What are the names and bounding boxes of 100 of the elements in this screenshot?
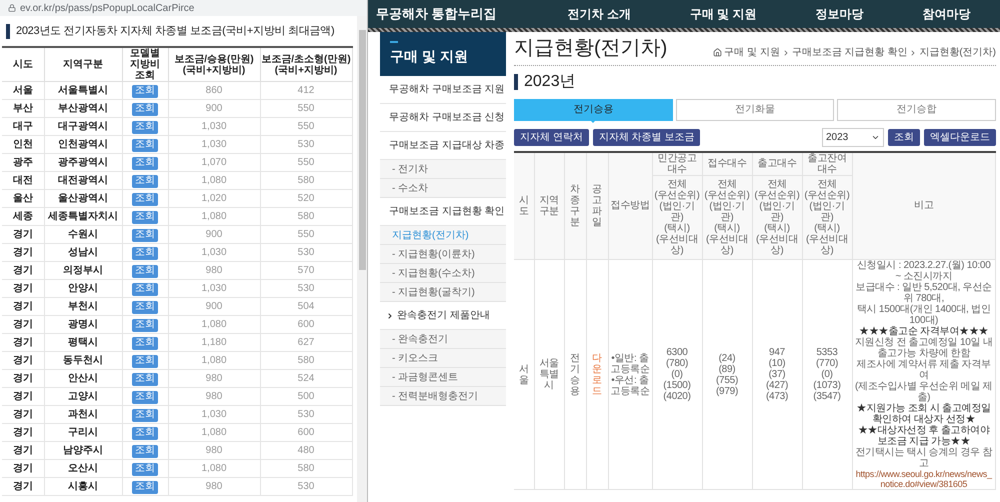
table-cell: 대전광역시 xyxy=(44,172,122,190)
note-text: 신청일시 : 2023.2.27.(월) 10:00 ~ 소진시까지 xyxy=(856,260,992,282)
table-cell: 5353 (770) (0) (1073) (3547) xyxy=(802,260,852,490)
table-cell: 광명시 xyxy=(44,316,122,334)
lookup-button[interactable]: 조회 xyxy=(132,462,158,476)
nav-link[interactable]: 참여마당 xyxy=(922,5,970,23)
lookup-button[interactable]: 조회 xyxy=(132,228,158,242)
table-cell: 980 xyxy=(168,262,260,280)
site-logo[interactable]: 무공해차 통합누리집 xyxy=(368,4,538,24)
table-cell: 947 (10) (37) (427) (473) xyxy=(752,260,802,490)
breadcrumb-link[interactable]: 구매 및 지원 xyxy=(724,45,780,60)
table-cell: 평택시 xyxy=(44,334,122,352)
lookup-button[interactable]: 조회 xyxy=(132,318,158,332)
table-cell: 부산광역시 xyxy=(44,100,122,118)
table-cell: 530 xyxy=(260,244,352,262)
table-cell: 1,080 xyxy=(168,460,260,478)
lookup-button[interactable]: 조회 xyxy=(132,102,158,116)
lookup-button[interactable]: 조회 xyxy=(132,300,158,314)
lookup-button[interactable]: 조회 xyxy=(132,120,158,134)
table-cell: 524 xyxy=(260,370,352,388)
scrollbar[interactable] xyxy=(357,16,367,502)
lookup-button[interactable]: 조회 xyxy=(132,156,158,170)
home-icon xyxy=(713,48,722,57)
sidebar-subitem[interactable]: - 완속충전기 xyxy=(380,330,506,349)
lookup-button[interactable]: 조회 xyxy=(132,354,158,368)
lookup-button[interactable]: 조회 xyxy=(132,480,158,494)
table-cell: (24) (89) (755) (979) xyxy=(702,260,752,490)
sidebar-subitem[interactable]: - 전력분배형충전기 xyxy=(380,387,506,406)
table-cell: 경기 xyxy=(2,370,44,388)
breadcrumb-link[interactable]: 구매보조금 지급현황 확인 xyxy=(792,45,908,60)
table-cell: •일반: 출고등록순 •우선: 출고등록순 xyxy=(608,260,652,490)
column-subheader: 전체 (우선순위) (법인·기관) (택시) (우선비대상) xyxy=(702,176,752,260)
lookup-button[interactable]: 조회 xyxy=(132,246,158,260)
address-bar[interactable]: ev.or.kr/ps/pass/psPopupLocalCarPirce xyxy=(0,0,367,16)
note-text: (제조수입사별 우선순위 메일 제출) xyxy=(854,381,994,403)
tab[interactable]: 전기승합 xyxy=(837,98,996,120)
action-button[interactable]: 지자체 차종별 보조금 xyxy=(592,128,700,146)
lookup-button[interactable]: 조회 xyxy=(132,336,158,350)
table-cell: 세종 xyxy=(2,208,44,226)
lookup-button[interactable]: 조회 xyxy=(132,138,158,152)
nav-link[interactable]: 정보마당 xyxy=(815,5,864,23)
table-cell: 울산광역시 xyxy=(44,190,122,208)
table-cell: 서울 xyxy=(2,82,44,100)
nav-link[interactable]: 전기차 소개 xyxy=(567,5,631,23)
lookup-button[interactable]: 조회 xyxy=(132,174,158,188)
note-text: ★★★출고순 자격부여★★★ xyxy=(858,326,990,337)
nav-link[interactable]: 구매 및 지원 xyxy=(690,5,756,23)
lookup-button[interactable]: 조회 xyxy=(132,390,158,404)
download-link[interactable]: 다운로드 xyxy=(588,352,606,396)
sidebar-subitem[interactable]: - 수소차 xyxy=(380,179,506,198)
tab[interactable]: 전기화물 xyxy=(676,98,834,120)
table-cell: 980 xyxy=(168,478,260,496)
table-cell: 530 xyxy=(260,136,352,154)
action-button[interactable]: 지자체 연락처 xyxy=(514,128,589,146)
lookup-button[interactable]: 조회 xyxy=(132,264,158,278)
sidebar-subitem[interactable]: 지급현황(전기차) xyxy=(380,226,506,245)
sidebar-title: 구매 및 지원 xyxy=(390,47,469,66)
address-text: ev.or.kr/ps/pass/psPopupLocalCarPirce xyxy=(20,2,194,16)
lookup-button[interactable]: 조회 xyxy=(132,210,158,224)
table-cell: 수원시 xyxy=(44,226,122,244)
table-cell: 627 xyxy=(260,334,352,352)
sidebar-subitem[interactable]: - 지급현황(굴착기) xyxy=(380,283,506,302)
lookup-button[interactable]: 조회 xyxy=(132,282,158,296)
table-cell: 1,020 xyxy=(168,190,260,208)
lookup-button[interactable]: 조회 xyxy=(132,84,158,98)
note-text: ★지원가능 조회 시 출고예정일 확인하여 대상자 선정★ xyxy=(856,403,992,425)
table-cell: 성남시 xyxy=(44,244,122,262)
lookup-button[interactable]: 조회 xyxy=(132,192,158,206)
scrollbar-thumb[interactable] xyxy=(358,30,366,270)
column-header: 모델별 지방비 조회 xyxy=(122,47,168,82)
lookup-button[interactable]: 조회 xyxy=(132,408,158,422)
table-cell: 동두천시 xyxy=(44,352,122,370)
table-cell: 550 xyxy=(260,154,352,172)
note-text: 택시 1500대(개인 1400대, 법인100대) xyxy=(856,304,992,326)
lookup-button[interactable]: 조회 xyxy=(132,444,158,458)
year-select[interactable]: 2023 xyxy=(822,128,884,146)
sidebar-subitem[interactable]: - 전기차 xyxy=(380,160,506,179)
table-cell: 480 xyxy=(260,442,352,460)
breadcrumb-link[interactable]: 지급현황(전기차) xyxy=(919,45,996,60)
column-subheader: 전체 (우선순위) (법인·기관) (택시) (우선비대상) xyxy=(652,176,702,260)
table-cell: 1,030 xyxy=(168,280,260,298)
lookup-button[interactable]: 조회 xyxy=(132,426,158,440)
notice-link[interactable]: https://www.seoul.go.kr/news/news_notice.do#view/381605 xyxy=(854,469,994,489)
column-header: 보조금/승용(만원) (국비+지방비) xyxy=(168,47,260,82)
sidebar-subitem[interactable]: - 키오스크 xyxy=(380,349,506,368)
sidebar-subitem[interactable]: - 과금형콘센트 xyxy=(380,368,506,387)
search-button[interactable]: 조회 xyxy=(888,128,920,146)
lookup-button[interactable]: 조회 xyxy=(132,372,158,386)
table-cell: 경기 xyxy=(2,334,44,352)
table-cell: 경기 xyxy=(2,460,44,478)
table-cell: 900 xyxy=(168,298,260,316)
excel-download-button[interactable]: 엑셀다운로드 xyxy=(924,128,996,146)
table-cell: 대전 xyxy=(2,172,44,190)
tab[interactable]: 전기승용 xyxy=(514,98,673,120)
table-cell: 경기 xyxy=(2,262,44,280)
table-cell: 경기 xyxy=(2,352,44,370)
sidebar-subitem[interactable]: - 지급현황(수소차) xyxy=(380,264,506,283)
column-header: 지역구분 xyxy=(534,152,564,260)
table-cell: 1,080 xyxy=(168,424,260,442)
sidebar-subitem[interactable]: - 지급현황(이륜차) xyxy=(380,245,506,264)
